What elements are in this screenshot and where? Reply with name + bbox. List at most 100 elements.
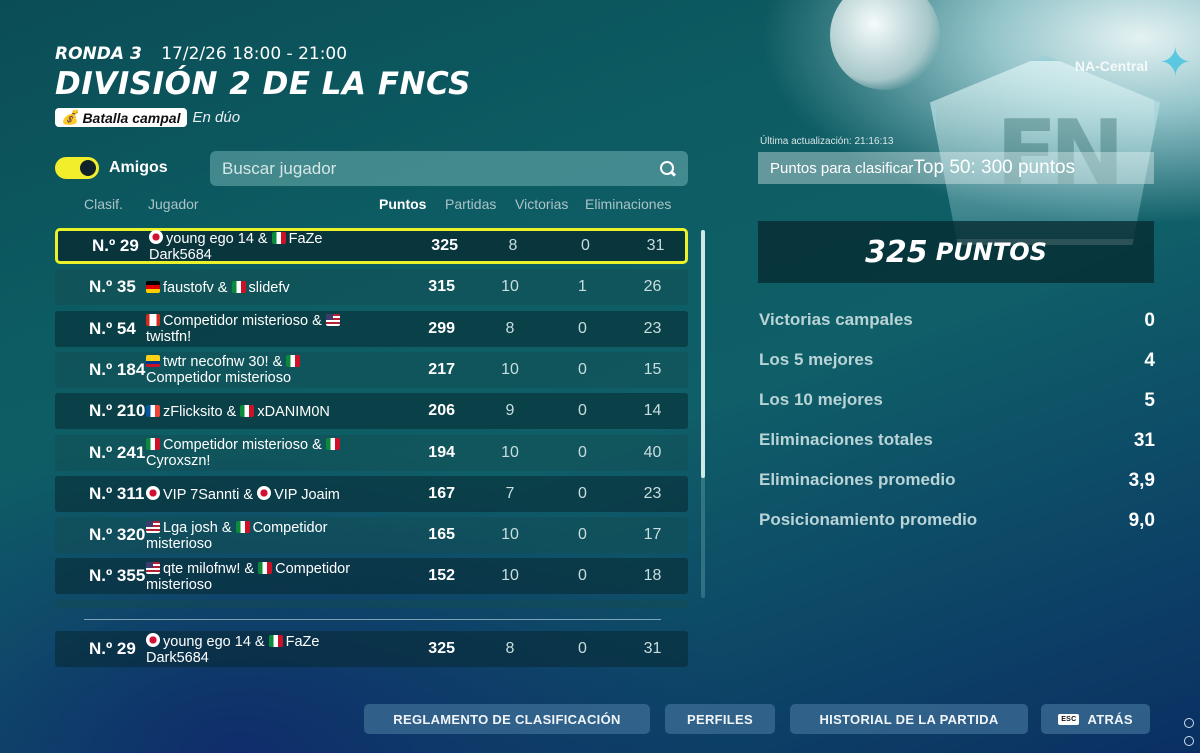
flag-us-icon (146, 561, 160, 574)
scrollbar-thumb[interactable] (701, 230, 705, 478)
profiles-button[interactable]: PERFILES (665, 704, 775, 734)
friends-toggle-row[interactable]: Amigos (55, 157, 168, 179)
leaderboard-list[interactable]: N.º 29 young ego 14 & FaZe Dark5684 325 8 0 31… (55, 228, 688, 608)
matches-cell: 8 (505, 319, 515, 337)
wins-cell: 0 (578, 319, 587, 337)
player-names: Competidor misterioso & twistfn! (146, 313, 343, 345)
matches-cell: 10 (501, 443, 519, 461)
flag-mx-icon (325, 438, 340, 450)
points-cell: 167 (428, 484, 455, 502)
wins-cell (555, 600, 610, 608)
stat-row: Los 5 mejores 4 (759, 350, 1155, 372)
flag-mx-icon (235, 520, 250, 533)
flag-mx-icon (268, 635, 283, 647)
elims-cell: 17 (643, 526, 662, 544)
stat-value: 5 (1144, 390, 1155, 411)
orb-decoration (830, 0, 940, 90)
rank-cell: N.º 210 (89, 401, 146, 421)
player-name-1: twtr necofnw 30! & (163, 354, 283, 371)
points-cell: 325 (428, 640, 455, 657)
player-row-highlighted[interactable]: N.º 29 young ego 14 & FaZe Dark5684 325 8 0 31 (55, 228, 688, 264)
flag-de-icon (146, 280, 160, 293)
stat-value: 31 (1133, 430, 1155, 451)
col-matches: Partidas (445, 196, 497, 212)
table-row[interactable]: KDG めぐ 裏 & Competidor (55, 599, 688, 608)
friends-toggle[interactable] (55, 157, 99, 179)
rank-cell: N.º 311 (89, 483, 145, 503)
back-button[interactable]: ESC ATRÁS (1041, 704, 1150, 734)
player-cell: faustofv & slidefv (146, 269, 376, 305)
wins-cell: 0 (578, 567, 587, 585)
mic-icon (1184, 718, 1194, 728)
player-name-1: Competidor misterioso & (163, 437, 322, 453)
stat-label: Victorias campales (759, 310, 913, 329)
elims-cell: 15 (643, 360, 662, 378)
wins-cell: 0 (578, 402, 587, 420)
region-label: NA-Central (1074, 58, 1148, 74)
table-row[interactable]: N.º 29 young ego 14 & FaZe Dark5684 325 8 0 31 (55, 631, 688, 667)
settings-icon (1184, 736, 1194, 746)
stat-label: Eliminaciones promedio (759, 470, 956, 489)
elims-cell: 23 (643, 484, 662, 502)
rank-cell: N.º 184 (89, 359, 146, 379)
stat-value: 9,0 (1128, 510, 1155, 531)
fncs-emblem: FN (930, 55, 1160, 245)
matches-cell: 9 (505, 402, 515, 420)
player-name-2: slidefv (248, 279, 290, 296)
qualify-box: Puntos para clasificar Top 50: 300 puntos (758, 152, 1154, 184)
table-row[interactable]: N.º 355 qte milofnw! & Competidor misterio… (55, 558, 688, 595)
stat-value: 3,9 (1128, 470, 1155, 491)
table-row[interactable]: N.º 311 VIP 7Sannti & VIP Joaim 167 7 0 23 (55, 475, 688, 512)
table-row[interactable]: N.º 35 faustofv & slidefv 315 10 1 26 (55, 269, 688, 306)
player-name-1: qte milofnw! & (163, 560, 255, 577)
round-datetime: 17/2/26 18:00 - 21:00 (161, 44, 348, 64)
player-name-3: Dark5684 (146, 650, 209, 666)
col-rank: Clasif. (84, 196, 123, 212)
search-placeholder: Buscar jugador (222, 158, 337, 178)
stat-label: Posicionamiento promedio (759, 510, 978, 529)
table-row[interactable]: N.º 241 Competidor misterioso & Cyroxszn!… (55, 434, 688, 471)
table-row[interactable]: N.º 54 Competidor misterioso & twistfn! 29… (55, 310, 688, 347)
table-row[interactable]: N.º 210 zFlicksito & xDANIM0N 206 9 0 14 (55, 393, 688, 430)
player-names: young ego 14 & FaZe Dark5684 (146, 633, 319, 666)
player-names: young ego 14 & FaZe Dark5684 (149, 230, 322, 263)
history-button[interactable]: HISTORIAL DE LA PARTIDA (790, 704, 1028, 734)
points-cell: 217 (428, 360, 455, 378)
player-cell: Lga josh & Competidor misterioso (146, 517, 376, 553)
wins-cell: 0 (578, 484, 587, 502)
rank-cell: N.º 241 (89, 442, 146, 462)
stat-row: Posicionamiento promedio 9,0 (759, 510, 1155, 532)
elims-cell: 18 (643, 567, 662, 585)
matches-cell: 10 (501, 278, 519, 296)
wins-cell: 0 (578, 443, 587, 461)
toggle-knob (80, 160, 96, 176)
search-input[interactable]: Buscar jugador (210, 151, 688, 186)
player-cell: KDG めぐ 裏 & Competidor (146, 600, 376, 608)
matches-cell: 8 (505, 640, 515, 657)
rules-button[interactable]: REGLAMENTO DE CLASIFICACIÓN (364, 704, 650, 734)
matches-cell (485, 600, 535, 608)
flag-co-icon (146, 355, 160, 368)
search-icon[interactable] (660, 160, 676, 177)
matches-cell: 7 (505, 484, 515, 502)
table-row[interactable]: N.º 184 twtr necofnw 30! & Competidor mis… (55, 351, 688, 388)
elims-cell: 26 (643, 278, 662, 296)
col-player: Jugador (148, 196, 199, 212)
flag-jp-icon (149, 230, 163, 244)
player-name-1: young ego 14 & (166, 231, 268, 247)
wins-cell: 0 (581, 237, 590, 254)
table-row[interactable]: N.º 320 Lga josh & Competidor misterioso 16… (55, 517, 688, 554)
rank-cell: N.º 29 (92, 236, 139, 255)
points-cell: 194 (428, 443, 455, 461)
player-cell: zFlicksito & xDANIM0N (146, 393, 376, 429)
player-names: twtr necofnw 30! & Competidor misterioso (146, 354, 303, 386)
points-cell (400, 600, 455, 608)
stat-value: 0 (1144, 310, 1155, 331)
player-name-1: faustofv & (163, 279, 228, 296)
player-name-1: young ego 14 & (163, 634, 265, 650)
elims-cell: 31 (646, 237, 665, 254)
rank-cell: N.º 29 (89, 639, 136, 658)
points-label: PUNTOS (935, 238, 1047, 266)
player-name-2: xDANIM0N (257, 403, 330, 420)
esc-key-icon: ESC (1058, 713, 1080, 725)
